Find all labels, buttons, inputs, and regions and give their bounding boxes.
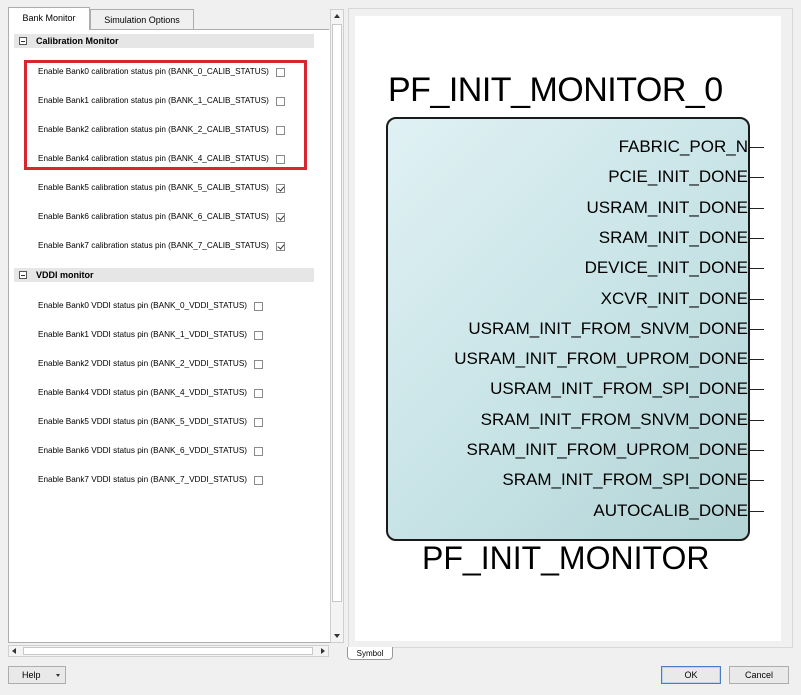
option-checkbox[interactable] xyxy=(254,388,264,398)
help-button[interactable]: Help xyxy=(8,666,66,684)
port-label: AUTOCALIB_DONE xyxy=(593,500,748,520)
vddi-monitor-header[interactable]: VDDI monitor xyxy=(14,268,314,282)
collapse-icon[interactable] xyxy=(19,37,27,45)
highlight-box xyxy=(24,60,307,170)
option-checkbox[interactable] xyxy=(275,183,285,193)
instance-name: PF_INIT_MONITOR_0 xyxy=(388,71,723,109)
port-label: FABRIC_POR_N xyxy=(618,137,748,156)
port-label: PCIE_INIT_DONE xyxy=(608,167,748,187)
scrollbar-thumb[interactable] xyxy=(332,24,342,602)
vddi-option-row: Enable Bank6 VDDI status pin (BANK_6_VDD… xyxy=(38,444,264,458)
port-label: XCVR_INIT_DONE xyxy=(600,288,748,308)
port-label: USRAM_INIT_DONE xyxy=(586,197,748,217)
calibration-option-row: Enable Bank7 calibration status pin (BAN… xyxy=(38,239,285,253)
bank-monitor-panel: Calibration Monitor Enable Bank0 calibra… xyxy=(8,30,330,643)
calibration-option-row: Enable Bank6 calibration status pin (BAN… xyxy=(38,210,285,224)
scroll-right-icon[interactable] xyxy=(321,648,325,654)
option-label: Enable Bank4 VDDI status pin (BANK_4_VDD… xyxy=(38,388,248,397)
option-label: Enable Bank7 calibration status pin (BAN… xyxy=(38,241,269,250)
calibration-option-row: Enable Bank5 calibration status pin (BAN… xyxy=(38,181,285,195)
dropdown-arrow-icon xyxy=(56,674,60,677)
option-label: Enable Bank2 VDDI status pin (BANK_2_VDD… xyxy=(38,359,248,368)
port-pin[interactable] xyxy=(750,389,764,391)
option-label: Enable Bank0 VDDI status pin (BANK_0_VDD… xyxy=(38,301,248,310)
vddi-option-row: Enable Bank4 VDDI status pin (BANK_4_VDD… xyxy=(38,386,264,400)
port-pin[interactable] xyxy=(750,450,764,451)
port-label: USRAM_INIT_FROM_SPI_DONE xyxy=(490,379,748,399)
scrollbar-thumb[interactable] xyxy=(23,647,313,655)
scroll-up-icon[interactable] xyxy=(334,14,340,18)
port-pin[interactable] xyxy=(750,298,764,300)
scroll-left-icon[interactable] xyxy=(12,648,16,654)
port-pin[interactable] xyxy=(750,480,764,482)
tab-symbol[interactable]: Symbol xyxy=(347,647,393,660)
port-label: USRAM_INIT_FROM_UPROM_DONE xyxy=(454,349,748,369)
option-checkbox[interactable] xyxy=(254,330,264,340)
port-label: SRAM_INIT_FROM_SNVM_DONE xyxy=(480,409,748,429)
port-pin[interactable] xyxy=(750,359,764,361)
port-pin[interactable] xyxy=(750,147,764,148)
ok-button[interactable]: OK xyxy=(661,666,721,684)
collapse-icon[interactable] xyxy=(19,271,27,279)
port-pin[interactable] xyxy=(750,419,764,421)
port-label: USRAM_INIT_FROM_SNVM_DONE xyxy=(468,318,748,338)
vddi-monitor-title: VDDI monitor xyxy=(36,270,94,280)
port-label: SRAM_INIT_FROM_UPROM_DONE xyxy=(466,440,748,459)
option-checkbox[interactable] xyxy=(275,241,285,251)
cancel-button[interactable]: Cancel xyxy=(729,666,789,684)
component-name: PF_INIT_MONITOR xyxy=(422,540,710,576)
option-label: Enable Bank5 VDDI status pin (BANK_5_VDD… xyxy=(38,417,248,426)
vddi-option-row: Enable Bank7 VDDI status pin (BANK_7_VDD… xyxy=(38,473,264,487)
option-checkbox[interactable] xyxy=(254,446,264,456)
option-checkbox[interactable] xyxy=(254,359,264,369)
vddi-option-row: Enable Bank5 VDDI status pin (BANK_5_VDD… xyxy=(38,415,264,429)
option-label: Enable Bank5 calibration status pin (BAN… xyxy=(38,183,269,192)
port-pin[interactable] xyxy=(750,268,764,270)
vddi-option-row: Enable Bank0 VDDI status pin (BANK_0_VDD… xyxy=(38,299,264,313)
option-label: Enable Bank1 VDDI status pin (BANK_1_VDD… xyxy=(38,330,248,339)
option-checkbox[interactable] xyxy=(254,475,264,485)
option-checkbox[interactable] xyxy=(254,301,264,311)
option-label: Enable Bank6 VDDI status pin (BANK_6_VDD… xyxy=(38,446,248,455)
tab-simulation-options[interactable]: Simulation Options xyxy=(90,9,194,29)
option-label: Enable Bank6 calibration status pin (BAN… xyxy=(38,212,269,221)
option-label: Enable Bank7 VDDI status pin (BANK_7_VDD… xyxy=(38,475,248,484)
scroll-down-icon[interactable] xyxy=(334,634,340,638)
port-pin[interactable] xyxy=(750,207,764,209)
horizontal-scrollbar[interactable] xyxy=(8,645,329,657)
port-pin[interactable] xyxy=(750,328,764,330)
port-pin[interactable] xyxy=(750,237,764,239)
vddi-option-row: Enable Bank2 VDDI status pin (BANK_2_VDD… xyxy=(38,357,264,371)
vertical-scrollbar[interactable] xyxy=(330,9,344,643)
calibration-monitor-title: Calibration Monitor xyxy=(36,36,119,46)
vddi-option-row: Enable Bank1 VDDI status pin (BANK_1_VDD… xyxy=(38,328,264,342)
tab-bank-monitor[interactable]: Bank Monitor xyxy=(8,7,90,30)
port-label: SRAM_INIT_FROM_SPI_DONE xyxy=(502,470,748,490)
option-checkbox[interactable] xyxy=(254,417,264,427)
port-label: SRAM_INIT_DONE xyxy=(598,227,748,247)
calibration-monitor-header[interactable]: Calibration Monitor xyxy=(14,34,314,48)
port-pin[interactable] xyxy=(750,177,764,179)
port-label: DEVICE_INIT_DONE xyxy=(584,258,748,278)
option-checkbox[interactable] xyxy=(275,212,285,222)
help-button-label: Help xyxy=(22,670,41,680)
port-pin[interactable] xyxy=(750,510,764,512)
